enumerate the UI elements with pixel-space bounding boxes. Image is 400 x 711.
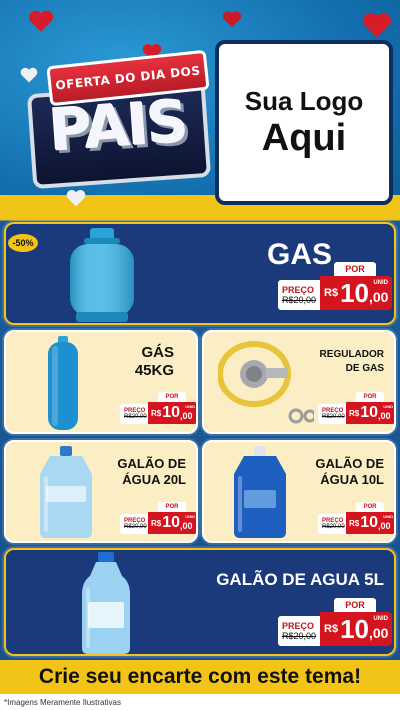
product-card-regulator[interactable]: REGULADOR DE GAS PREÇO R$20,00 POR R$ 10… bbox=[202, 330, 396, 434]
logo-line1: Sua Logo bbox=[244, 85, 364, 116]
product-card-water-10l[interactable]: GALÃO DE ÁGUA 10L PREÇO R$20,00 POR R$ 1… bbox=[202, 440, 396, 543]
product-card-gas-45kg[interactable]: GÁS 45KG PREÇO R$20,00 POR R$ 10 ,00 UNI… bbox=[4, 330, 198, 434]
product-card-water-20l[interactable]: GALÃO DE ÁGUA 20L PREÇO R$20,00 POR R$ 1… bbox=[4, 440, 198, 543]
water-jug-10l-icon bbox=[234, 446, 286, 538]
product-title-line1: GALÃO DE bbox=[315, 456, 384, 471]
product-title-line2: ÁGUA 10L bbox=[320, 472, 384, 487]
product-title-line2: 45KG bbox=[134, 362, 174, 379]
heart-icon bbox=[66, 188, 86, 208]
product-title-line2: DE GAS bbox=[345, 363, 384, 374]
promo-badge: OFERTA DO DIA DOS PAIS bbox=[18, 49, 212, 190]
price-tag: PREÇO R$20,00 POR R$ 10 ,00 UNID bbox=[278, 598, 392, 646]
logo-line2: Aqui bbox=[261, 116, 347, 159]
price-tag: PREÇO R$20,00 POR R$ 10 ,00 UNID bbox=[278, 262, 392, 310]
heart-icon bbox=[28, 8, 54, 34]
gas-regulator-icon bbox=[218, 341, 314, 424]
water-jug-20l-icon bbox=[40, 446, 92, 538]
product-title-line2: ÁGUA 20L bbox=[122, 472, 186, 487]
price-tag: PREÇO R$20,00 POR R$ 10 ,00 UNID bbox=[120, 502, 196, 534]
discount-badge: -50% bbox=[8, 234, 38, 252]
product-title: GAS bbox=[266, 238, 332, 271]
logo-placeholder[interactable]: Sua Logo Aqui bbox=[215, 40, 393, 205]
product-title-line1: REGULADOR bbox=[319, 349, 384, 360]
header-banner: OFERTA DO DIA DOS PAIS Sua Logo Aqui bbox=[0, 0, 400, 218]
cta-text: Crie seu encarte com este tema! bbox=[38, 665, 362, 688]
product-title: GALÃO DE AGUA 5L bbox=[216, 570, 384, 589]
price-tag: PREÇO R$20,00 POR R$ 10 ,00 UNID bbox=[318, 392, 394, 424]
cta-bar[interactable]: Crie seu encarte com este tema! bbox=[0, 660, 400, 694]
price-tag: PREÇO R$20,00 POR R$ 10 ,00 UNID bbox=[120, 392, 196, 424]
heart-icon bbox=[222, 10, 242, 28]
product-card-gas[interactable]: GAS PREÇO R$20,00 POR R$ 10 ,00 UNID bbox=[4, 222, 396, 325]
product-card-water-5l[interactable]: GALÃO DE AGUA 5L PREÇO R$20,00 POR R$ 10… bbox=[4, 548, 396, 656]
heart-icon bbox=[362, 10, 392, 40]
product-title-line1: GALÃO DE bbox=[117, 456, 186, 471]
disclaimer: *Imagens Meramente Ilustrativas bbox=[0, 694, 400, 711]
price-tag: PREÇO R$20,00 POR R$ 10 ,00 UNID bbox=[318, 502, 394, 534]
product-title-line1: GÁS bbox=[141, 344, 174, 361]
tall-gas-cylinder-icon bbox=[48, 336, 78, 430]
badge-headline: PAIS bbox=[47, 87, 189, 165]
water-bottle-5l-icon bbox=[82, 552, 130, 654]
gas-cylinder-icon bbox=[70, 228, 134, 322]
